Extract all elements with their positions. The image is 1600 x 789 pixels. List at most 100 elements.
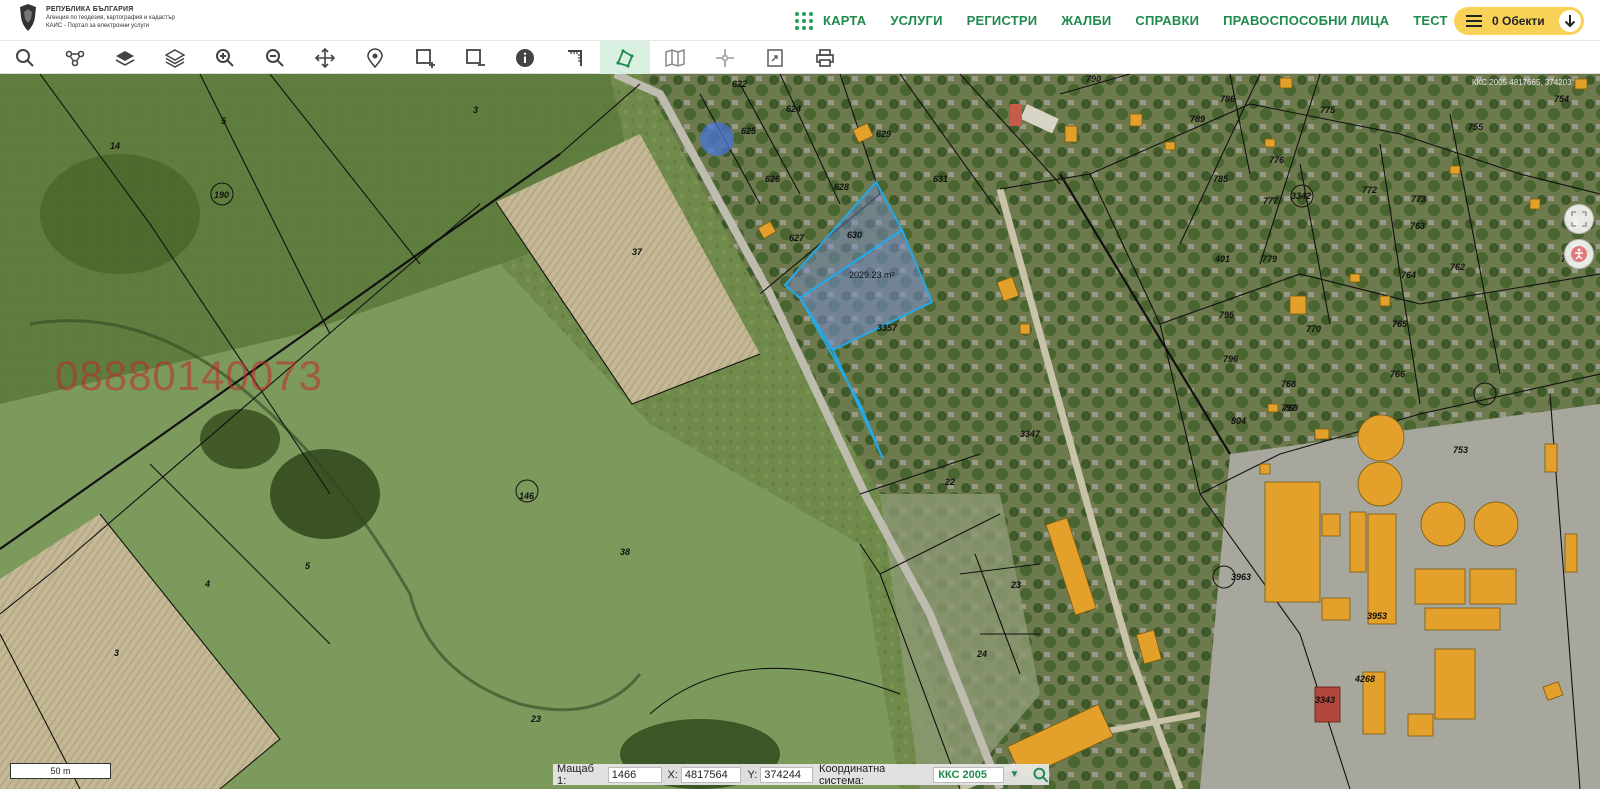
- nav-registers[interactable]: РЕГИСТРИ: [967, 13, 1038, 28]
- parcel-number-label: 755: [1468, 122, 1484, 132]
- parcel-number-label: 146: [519, 491, 535, 501]
- nav-licensed-persons[interactable]: ПРАВОСПОСОБНИ ЛИЦА: [1223, 13, 1389, 28]
- accessibility-icon: [1571, 246, 1587, 262]
- parcel-number-label: 797: [1281, 403, 1297, 413]
- layers-icon: [115, 50, 135, 66]
- parcel-number-label: 765: [1392, 319, 1408, 329]
- map-toolbar: [0, 41, 1600, 74]
- export-tool[interactable]: [750, 41, 800, 74]
- logo-portal: КАИС - Портал за електронни услуги: [46, 23, 149, 29]
- measure-distance-icon: [568, 49, 582, 66]
- parcel-number-label: 768: [1281, 379, 1297, 389]
- parcel-number-label: 622: [732, 79, 748, 89]
- parcel-number-label: 796: [1223, 354, 1239, 364]
- coordinates-bar: Мащаб 1: 1466 X: 4817564 Y: 374244 Коорд…: [553, 762, 1049, 787]
- nav-services[interactable]: УСЛУГИ: [890, 13, 942, 28]
- parcel-number-label: 3953: [1367, 611, 1388, 621]
- objects-button[interactable]: 0 Обекти: [1454, 7, 1584, 35]
- print-icon: [816, 48, 834, 67]
- parcel-number-label: 804: [1231, 416, 1247, 426]
- select-rectangle-add-icon: [416, 48, 435, 68]
- logo-title: РЕПУБЛИКА БЪЛГАРИЯ: [46, 6, 134, 13]
- parcel-number-label: 628: [834, 182, 850, 192]
- map-icon: [665, 48, 685, 67]
- pan-icon: [315, 47, 335, 68]
- info-icon: [516, 48, 534, 67]
- parcel-number-label: 779: [1262, 254, 1278, 264]
- parcel-number-label: 763: [1410, 221, 1426, 231]
- parcel-number-label: 630: [847, 230, 863, 240]
- nav-test[interactable]: ТЕСТ: [1413, 13, 1447, 28]
- parcel-number-label: 3347: [1020, 429, 1041, 439]
- apps-grid-icon[interactable]: [795, 11, 813, 30]
- export-icon: [767, 48, 783, 67]
- scale-label: Мащаб 1:: [557, 762, 594, 787]
- chevron-down-icon[interactable]: ▼: [1010, 769, 1020, 780]
- scale-bar: 50 m: [10, 763, 111, 779]
- layers-tool[interactable]: [100, 41, 150, 74]
- parcel-number-label: 14: [110, 141, 121, 151]
- location-pin-icon: [367, 47, 383, 68]
- parcel-number-label: 23: [1011, 580, 1022, 590]
- parcel-number-label: 795: [1219, 310, 1235, 320]
- y-coordinate-input[interactable]: 374244: [760, 766, 814, 783]
- arrow-down-icon[interactable]: [1559, 10, 1581, 32]
- parcel-number-label: 624: [786, 104, 802, 114]
- crs-select[interactable]: ККС 2005: [933, 766, 1004, 783]
- parcel-number-label: 775: [1320, 105, 1336, 115]
- parcel-number-label: 627: [789, 233, 805, 243]
- nav-map[interactable]: КАРТА: [823, 13, 866, 28]
- parcel-number-label: 38: [620, 547, 631, 557]
- info-tool[interactable]: [500, 41, 550, 74]
- objects-count: 0 Обекти: [1492, 14, 1545, 28]
- zoom-in-tool[interactable]: [200, 41, 250, 74]
- scale-input[interactable]: 1466: [607, 766, 662, 783]
- parcel-number-label: 23: [531, 714, 542, 724]
- nav-complaints[interactable]: ЖАЛБИ: [1061, 13, 1111, 28]
- parcel-number-label: 4268: [1355, 674, 1376, 684]
- parcel-number-label: 770: [1306, 324, 1322, 334]
- layers-stack-tool[interactable]: [150, 41, 200, 74]
- main-nav: КАРТА УСЛУГИ РЕГИСТРИ ЖАЛБИ СПРАВКИ ПРАВ…: [795, 0, 1448, 41]
- parcel-number-label: 629: [876, 129, 892, 139]
- search-icon: [16, 48, 34, 67]
- parcel-number-label: 766: [1390, 369, 1406, 379]
- parcel-number-label: 3343: [1315, 695, 1336, 705]
- nav-inquiries[interactable]: СПРАВКИ: [1135, 13, 1199, 28]
- x-coordinate-input[interactable]: 4817564: [680, 766, 742, 783]
- parcel-number-label: 777: [1263, 196, 1279, 206]
- x-label: X:: [667, 768, 678, 781]
- measure-distance-tool[interactable]: [550, 41, 600, 74]
- map-tool[interactable]: [650, 41, 700, 74]
- crosshair-tool[interactable]: [700, 41, 750, 74]
- parcel-number-label: 22: [945, 477, 956, 487]
- select-remove-tool[interactable]: [450, 41, 500, 74]
- parcel-number-label: 789: [1190, 114, 1206, 124]
- route-tool[interactable]: [50, 41, 100, 74]
- menu-icon: [1466, 15, 1482, 27]
- route-icon: [65, 50, 85, 66]
- print-tool[interactable]: [800, 41, 850, 74]
- watermark-phone: 08880140073: [55, 352, 323, 399]
- measure-area-tool[interactable]: [600, 41, 650, 74]
- agency-logo[interactable]: РЕПУБЛИКА БЪЛГАРИЯ Агенция по геодезия, …: [16, 3, 175, 33]
- parcel-number-label: 790: [1086, 74, 1102, 84]
- select-add-tool[interactable]: [400, 41, 450, 74]
- measured-area-label: 2029.23 m²: [849, 270, 895, 280]
- search-icon[interactable]: [1033, 767, 1049, 783]
- parcel-number-label: 773: [1411, 194, 1427, 204]
- accessibility-button[interactable]: [1564, 239, 1594, 269]
- parcel-number-label: 625: [741, 126, 757, 136]
- search-tool[interactable]: [0, 41, 50, 74]
- coat-of-arms-icon: [20, 4, 36, 31]
- map-view[interactable]: 3 5 14 190 37 38 4 5 3 146 23 22 23 24 3347 3963 3953 630…: [0, 74, 1600, 789]
- parcel-number-label: 5: [221, 116, 227, 126]
- pan-tool[interactable]: [300, 41, 350, 74]
- fullscreen-icon: [1571, 211, 1587, 227]
- parcel-number-label: 764: [1401, 270, 1417, 280]
- parcel-number-label: 3: [114, 648, 120, 658]
- zoom-out-tool[interactable]: [250, 41, 300, 74]
- location-tool[interactable]: [350, 41, 400, 74]
- parcel-number-label: 190: [214, 190, 230, 200]
- zoom-extent-button[interactable]: [1564, 204, 1594, 234]
